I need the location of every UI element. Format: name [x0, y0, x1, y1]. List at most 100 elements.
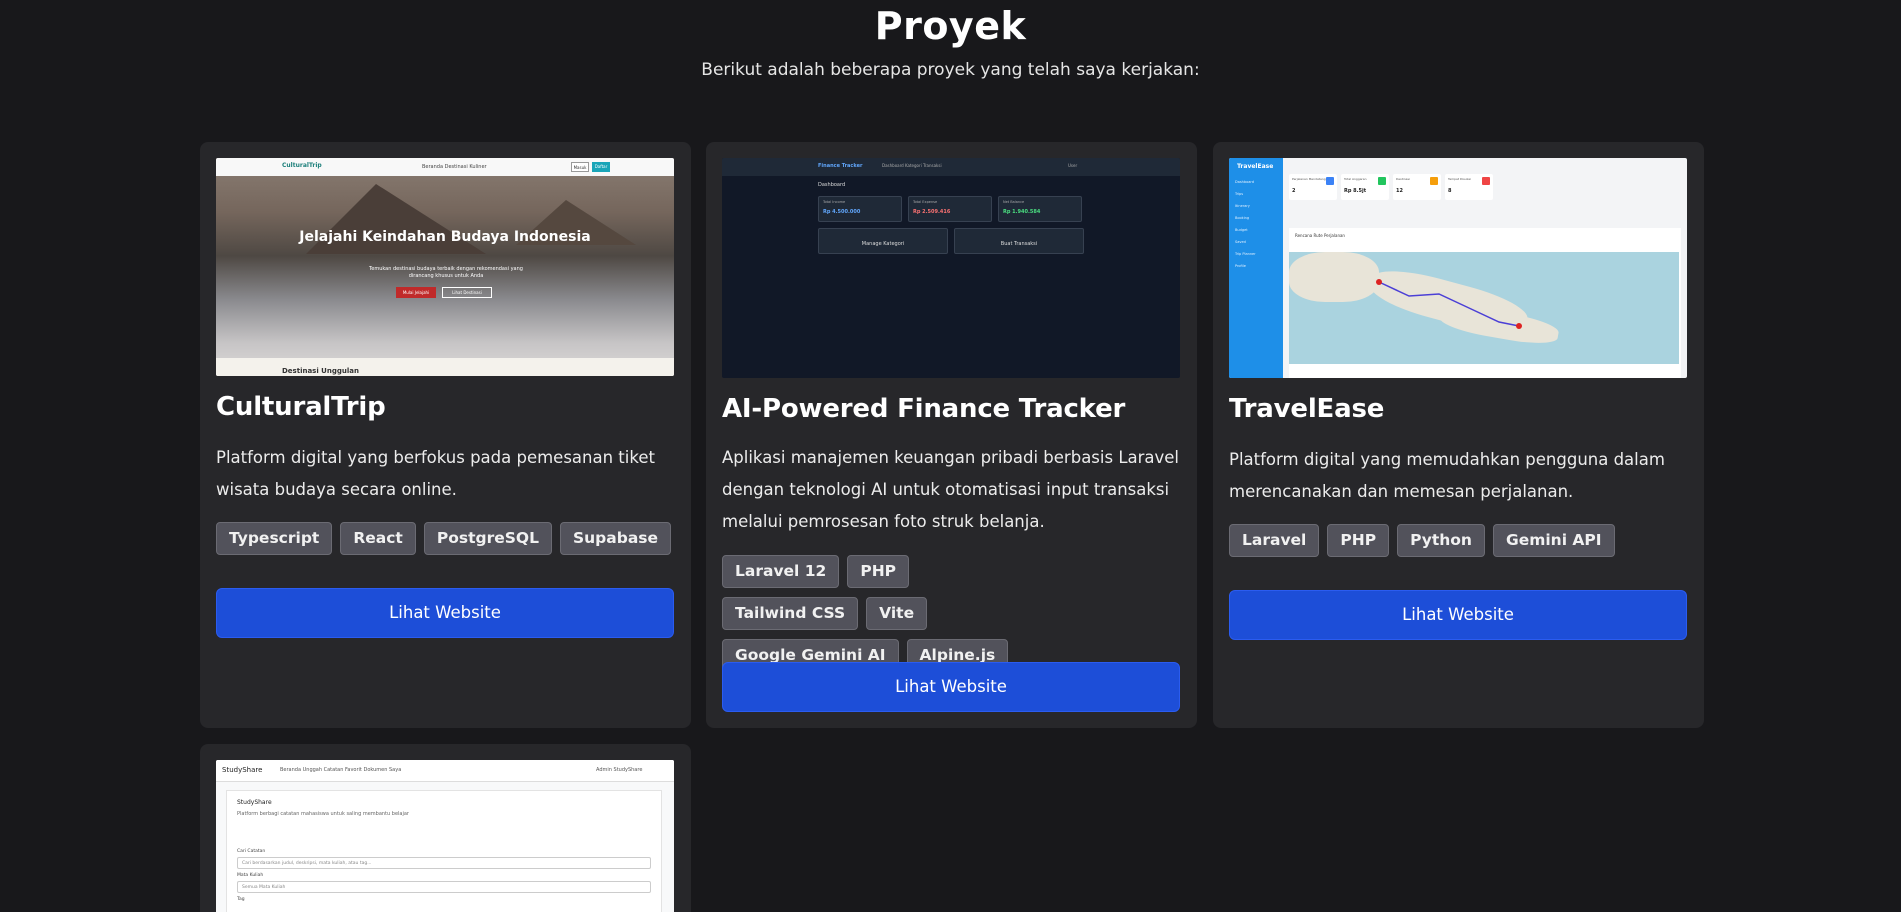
tech-tag: PostgreSQL: [423, 522, 552, 555]
preview-menu-item: Trip Planner: [1235, 252, 1256, 256]
stat-icon: [1430, 177, 1438, 185]
stat-label: Total Anggaran: [1344, 177, 1367, 181]
project-description: Aplikasi manajemen keuangan pribadi berb…: [722, 448, 1180, 531]
stat-icon: [1482, 177, 1490, 185]
tech-tag: Laravel: [1229, 524, 1320, 557]
preview-action-card: Buat Transaksi: [954, 228, 1084, 254]
tag-list: Laravel 12 PHP Tailwind CSS Vite Google …: [722, 555, 1022, 672]
preview-menu-item: Dashboard: [1235, 180, 1254, 184]
field-label: Cari Catatan: [237, 849, 266, 854]
project-thumbnail: TravelEase Dashboard Trips Itinerary Boo…: [1229, 158, 1687, 378]
action-label: Manage Kategori: [861, 241, 905, 247]
stat-value: Rp 4.500.000: [823, 209, 861, 215]
preview-stat-card: Total Expense Rp 2.509.416: [908, 196, 992, 222]
stat-label: Total Expense: [913, 200, 938, 204]
view-website-button[interactable]: Lihat Website: [216, 588, 674, 638]
tech-tag: Laravel 12: [722, 555, 840, 588]
tech-tag: PHP: [1327, 524, 1390, 557]
panel-title: Rencana Rute Perjalanan: [1295, 233, 1345, 238]
project-card: Finance Tracker Dashboard Kategori Trans…: [706, 142, 1197, 728]
preview-menu-item: Booking: [1235, 216, 1250, 220]
tech-tag: Typescript: [216, 522, 333, 555]
preview-brand: TravelEase: [1237, 163, 1274, 170]
stat-value: Rp 8.5jt: [1344, 188, 1367, 194]
preview-hero-subtitle: Temukan destinasi budaya terbaik dengan …: [369, 266, 523, 279]
preview-stat-card: Total Income Rp 4.500.000: [818, 196, 902, 222]
tech-tag: Tailwind CSS: [722, 597, 859, 630]
tech-tag: Supabase: [559, 522, 672, 555]
preview-nav-links: Dashboard Kategori Transaksi: [882, 163, 942, 168]
preview-app-title: Finance Tracker: [818, 163, 863, 169]
stat-value: 12: [1396, 188, 1403, 194]
preview-section-title: Destinasi Unggulan: [282, 367, 359, 375]
section-title: Proyek: [874, 4, 1027, 48]
preview-hero-button: Mulai Jelajahi: [396, 287, 436, 298]
box-title: StudyShare: [237, 799, 272, 806]
tag-list: Laravel PHP Python Gemini API: [1229, 524, 1699, 557]
stat-value: 2: [1292, 188, 1296, 194]
preview-nav-links: Beranda Destinasi Kuliner: [422, 164, 487, 170]
tech-tag: React: [340, 522, 416, 555]
view-website-button[interactable]: Lihat Website: [722, 662, 1180, 712]
tech-tag: PHP: [847, 555, 910, 588]
project-description: Platform digital yang memudahkan penggun…: [1229, 450, 1665, 501]
route-line: [1376, 279, 1522, 329]
preview-action-card: Manage Kategori: [818, 228, 948, 254]
stat-icon: [1326, 177, 1334, 185]
stat-label: Destinasi: [1396, 177, 1410, 181]
preview-menu-item: Budget: [1235, 228, 1248, 232]
stat-label: Perjalanan Mendatang: [1292, 177, 1326, 181]
project-title: AI-Powered Finance Tracker: [722, 394, 1126, 424]
preview-nav-links: Beranda Unggah Catatan Favorit Dokumen S…: [280, 767, 402, 773]
project-card: TravelEase Dashboard Trips Itinerary Boo…: [1213, 142, 1704, 728]
stat-label: Net Balance: [1003, 200, 1025, 204]
stat-icon: [1378, 177, 1386, 185]
project-title: CulturalTrip: [216, 392, 386, 422]
preview-hero-title: Jelajahi Keindahan Budaya Indonesia: [299, 229, 591, 245]
project-card: CulturalTrip Beranda Destinasi Kuliner M…: [200, 142, 691, 728]
project-thumbnail: CulturalTrip Beranda Destinasi Kuliner M…: [216, 158, 674, 376]
stat-label: Total Income: [823, 200, 846, 204]
tech-tag: Vite: [866, 597, 928, 630]
preview-navbar: [722, 158, 1180, 176]
preview-stat-card: Destinasi 12: [1393, 174, 1441, 200]
preview-search-input: Cari berdasarkan judul, deskripsi, mata …: [237, 857, 651, 869]
preview-menu-item: Trips: [1235, 192, 1244, 196]
project-thumbnail: StudyShare Beranda Unggah Catatan Favori…: [216, 760, 674, 912]
preview-menu-item: Profile: [1235, 264, 1246, 268]
preview-menu-item: Itinerary: [1235, 204, 1250, 208]
preview-heading: Dashboard: [818, 182, 846, 188]
stat-label: Tempat Disukai: [1448, 177, 1471, 181]
preview-user: Admin StudyShare: [596, 767, 643, 773]
preview-logo: CulturalTrip: [282, 162, 322, 169]
view-website-button[interactable]: Lihat Website: [1229, 590, 1687, 640]
stat-value: Rp 1.940.584: [1003, 209, 1041, 215]
stat-value: 8: [1448, 188, 1452, 194]
project-thumbnail: Finance Tracker Dashboard Kategori Trans…: [722, 158, 1180, 378]
section-subtitle: Berikut adalah beberapa proyek yang tela…: [701, 60, 1200, 80]
preview-content-box: StudyShare Platform berbagi catatan maha…: [226, 790, 662, 912]
preview-map: [1289, 252, 1679, 364]
preview-stat-card: Tempat Disukai 8: [1445, 174, 1493, 200]
project-description: Platform digital yang berfokus pada peme…: [216, 448, 655, 499]
tag-list: Typescript React PostgreSQL Supabase: [216, 522, 686, 555]
stat-value: Rp 2.509.416: [913, 209, 951, 215]
preview-hero-button: Lihat Destinasi: [442, 287, 492, 298]
preview-signup-button: Daftar: [592, 162, 610, 172]
preview-menu-item: Saved: [1235, 240, 1246, 244]
preview-stat-card: Net Balance Rp 1.940.584: [998, 196, 1082, 222]
project-title: TravelEase: [1229, 394, 1385, 424]
field-label: Tag: [237, 897, 245, 902]
tech-tag: Python: [1397, 524, 1485, 557]
action-label: Buat Transaksi: [1000, 241, 1038, 247]
preview-brand: StudyShare: [222, 766, 263, 774]
preview-select: Semua Mata Kuliah: [237, 881, 651, 893]
box-subtitle: Platform berbagi catatan mahasiswa untuk…: [237, 811, 409, 817]
preview-login-button: Masuk: [571, 162, 589, 172]
preview-sidebar: [1229, 158, 1283, 378]
preview-stat-card: Total Anggaran Rp 8.5jt: [1341, 174, 1389, 200]
project-card: StudyShare Beranda Unggah Catatan Favori…: [200, 744, 691, 912]
preview-user: User: [1068, 163, 1078, 168]
field-label: Mata Kuliah: [237, 873, 264, 878]
tech-tag: Gemini API: [1492, 524, 1615, 557]
